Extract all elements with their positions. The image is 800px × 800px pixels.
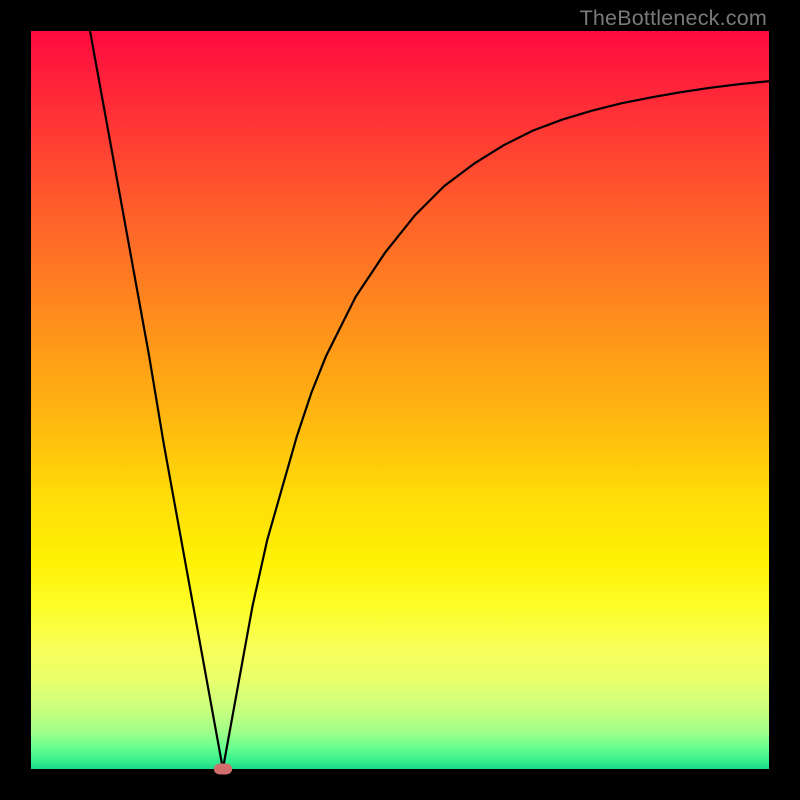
curve-line — [90, 31, 769, 769]
watermark-text: TheBottleneck.com — [580, 6, 767, 31]
bottleneck-curve — [31, 31, 769, 769]
optimal-point-marker — [214, 764, 232, 775]
chart-frame: TheBottleneck.com — [0, 0, 800, 800]
plot-area — [31, 31, 769, 769]
